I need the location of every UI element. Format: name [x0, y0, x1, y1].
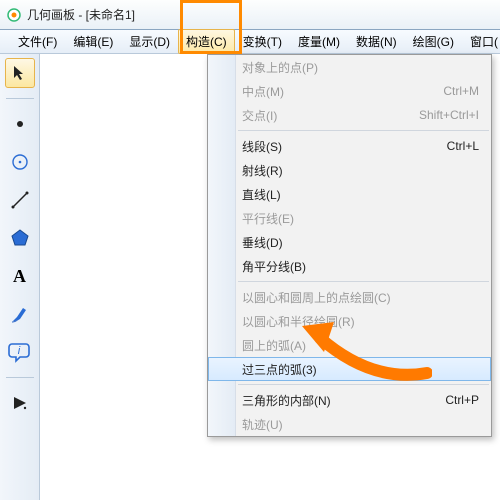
- menuitem-label: 交点(I): [242, 107, 277, 124]
- menuitem: 轨迹(U): [208, 412, 491, 436]
- menuitem: 以圆心和圆周上的点绘圆(C): [208, 285, 491, 309]
- menu-bar: 文件(F)编辑(E)显示(D)构造(C)变换(T)度量(M)数据(N)绘图(G)…: [0, 30, 500, 54]
- menuitem-label: 圆上的弧(A): [242, 337, 306, 354]
- menuitem-shortcut: Ctrl+P: [445, 393, 479, 407]
- menu-separator: [238, 281, 489, 282]
- menu-c[interactable]: 构造(C): [178, 29, 235, 54]
- window-title: 几何画板 - [未命名1]: [27, 6, 135, 23]
- menuitem-label: 线段(S): [242, 138, 282, 155]
- menuitem-shortcut: Shift+Ctrl+I: [419, 108, 479, 122]
- menu-e[interactable]: 编辑(E): [65, 29, 121, 54]
- menuitem[interactable]: 三角形的内部(N) Ctrl+P: [208, 388, 491, 412]
- marker-tool[interactable]: [5, 299, 35, 329]
- menu-f[interactable]: 文件(F): [10, 29, 65, 54]
- menuitem[interactable]: 线段(S) Ctrl+L: [208, 134, 491, 158]
- menuitem: 以圆心和半径绘圆(R): [208, 309, 491, 333]
- title-bar: 几何画板 - [未命名1]: [0, 0, 500, 30]
- menuitem-label: 三角形的内部(N): [242, 392, 331, 409]
- menu-g[interactable]: 绘图(G): [405, 29, 462, 54]
- construct-menu-dropdown: 对象上的点(P) 中点(M) Ctrl+M 交点(I) Shift+Ctrl+I 线段(S…: [207, 54, 492, 437]
- menuitem: 圆上的弧(A): [208, 333, 491, 357]
- menuitem: 中点(M) Ctrl+M: [208, 79, 491, 103]
- menu-d[interactable]: 显示(D): [121, 29, 178, 54]
- app-icon: [6, 7, 22, 23]
- text-tool[interactable]: A: [5, 261, 35, 291]
- line-tool[interactable]: [5, 185, 35, 215]
- menuitem-shortcut: Ctrl+M: [443, 84, 479, 98]
- menu-m[interactable]: 度量(M): [290, 29, 348, 54]
- circle-tool[interactable]: [5, 147, 35, 177]
- menuitem-label: 对象上的点(P): [242, 59, 318, 76]
- arrow-tool[interactable]: [5, 58, 35, 88]
- menuitem-label: 以圆心和半径绘圆(R): [242, 313, 355, 330]
- separator: [6, 377, 34, 378]
- menuitem-label: 过三点的弧(3): [242, 361, 317, 378]
- polygon-tool[interactable]: [5, 223, 35, 253]
- menuitem-label: 射线(R): [242, 162, 283, 179]
- info-tool[interactable]: i: [5, 337, 35, 367]
- menu-[interactable]: 窗口(: [462, 29, 500, 54]
- menu-items: 文件(F)编辑(E)显示(D)构造(C)变换(T)度量(M)数据(N)绘图(G)…: [10, 29, 500, 54]
- menuitem: 交点(I) Shift+Ctrl+I: [208, 103, 491, 127]
- menu-t[interactable]: 变换(T): [235, 29, 290, 54]
- menu-separator: [238, 384, 489, 385]
- menuitem[interactable]: 直线(L): [208, 182, 491, 206]
- menu-n[interactable]: 数据(N): [348, 29, 405, 54]
- tool-palette: A i: [0, 54, 40, 500]
- menuitem-label: 平行线(E): [242, 210, 294, 227]
- menuitem-label: 角平分线(B): [242, 258, 306, 275]
- point-tool[interactable]: [5, 109, 35, 139]
- menuitem[interactable]: 垂线(D): [208, 230, 491, 254]
- menuitem[interactable]: 射线(R): [208, 158, 491, 182]
- menuitem-label: 中点(M): [242, 83, 284, 100]
- menuitem[interactable]: 角平分线(B): [208, 254, 491, 278]
- custom-tool[interactable]: [5, 388, 35, 418]
- separator: [6, 98, 34, 99]
- menuitem: 平行线(E): [208, 206, 491, 230]
- menuitem-label: 轨迹(U): [242, 416, 283, 433]
- menuitem[interactable]: 过三点的弧(3): [208, 357, 491, 381]
- menu-separator: [238, 130, 489, 131]
- menuitem-shortcut: Ctrl+L: [447, 139, 479, 153]
- menuitem-label: 直线(L): [242, 186, 281, 203]
- menuitem: 对象上的点(P): [208, 55, 491, 79]
- menuitem-label: 垂线(D): [242, 234, 283, 251]
- svg-text:i: i: [17, 345, 20, 357]
- menuitem-label: 以圆心和圆周上的点绘圆(C): [242, 289, 391, 306]
